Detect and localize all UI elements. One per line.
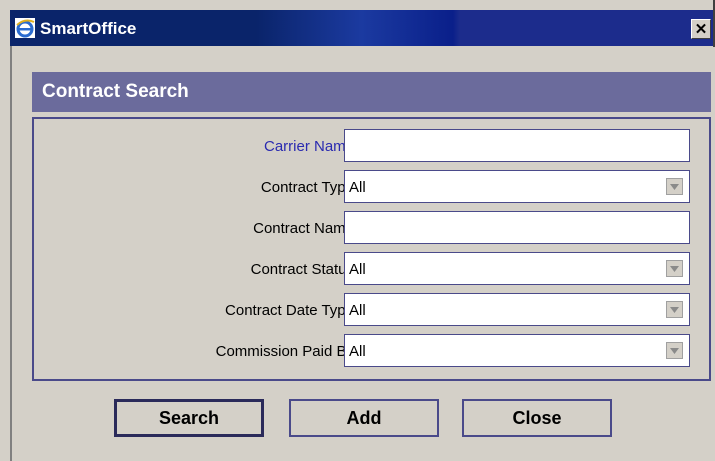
chevron-down-icon[interactable] (666, 301, 683, 318)
contract-status-row: Contract Status All (34, 252, 709, 286)
commission-paid-by-row: Commission Paid By All (34, 334, 709, 368)
carrier-name-row: Carrier Name (34, 129, 709, 163)
carrier-name-input[interactable] (344, 129, 690, 162)
close-button[interactable]: Close (462, 399, 612, 437)
contract-name-row: Contract Name (34, 211, 709, 245)
contract-date-type-value: All (349, 302, 366, 319)
search-form: Carrier Name Contract Type All Contract … (32, 117, 711, 381)
dialog-window: SmartOffice ✕ Contract Search Carrier Na… (0, 0, 715, 461)
commission-paid-by-value: All (349, 343, 366, 360)
contract-type-label: Contract Type (260, 179, 354, 196)
chevron-down-icon[interactable] (666, 178, 683, 195)
contract-date-type-row: Contract Date Type All (34, 293, 709, 327)
commission-paid-by-select[interactable]: All (344, 334, 690, 367)
contract-date-type-select[interactable]: All (344, 293, 690, 326)
carrier-name-link[interactable]: Carrier Name (264, 138, 354, 155)
contract-type-value: All (349, 179, 366, 196)
contract-status-select[interactable]: All (344, 252, 690, 285)
close-icon: ✕ (694, 20, 708, 38)
close-window-button[interactable]: ✕ (691, 19, 711, 39)
contract-name-label: Contract Name (253, 220, 354, 237)
commission-paid-by-label: Commission Paid By (215, 343, 354, 360)
ie-icon (15, 18, 35, 38)
contract-name-input[interactable] (344, 211, 690, 244)
add-button[interactable]: Add (289, 399, 439, 437)
chevron-down-icon[interactable] (666, 260, 683, 277)
contract-status-label: Contract Status (250, 261, 354, 278)
title-bar[interactable]: SmartOffice ✕ (10, 10, 713, 46)
contract-date-type-label: Contract Date Type (225, 302, 354, 319)
window-title: SmartOffice (40, 19, 137, 38)
dialog-body: Contract Search Carrier Name Contract Ty… (12, 47, 715, 461)
search-button[interactable]: Search (114, 399, 264, 437)
contract-status-value: All (349, 261, 366, 278)
chevron-down-icon[interactable] (666, 342, 683, 359)
section-title: Contract Search (32, 72, 711, 112)
contract-type-row: Contract Type All (34, 170, 709, 204)
contract-type-select[interactable]: All (344, 170, 690, 203)
